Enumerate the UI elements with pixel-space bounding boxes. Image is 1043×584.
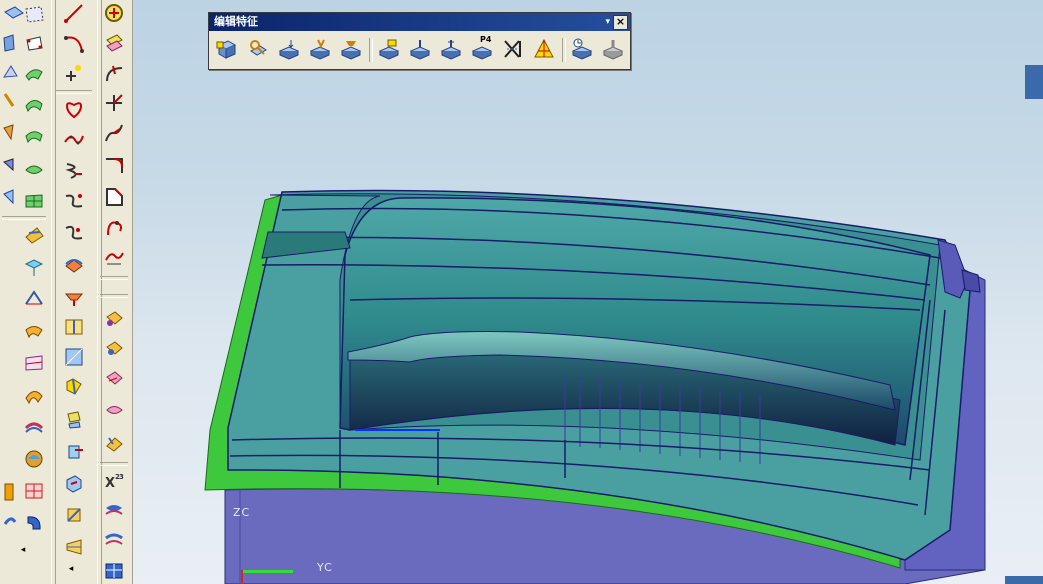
law-extension-icon[interactable] (20, 156, 48, 182)
resource-bar-tab[interactable] (1025, 65, 1043, 99)
bridge-surface-icon[interactable] (20, 92, 48, 118)
toolbar-buttons: P4 (213, 35, 626, 65)
section-curve-icon[interactable] (60, 344, 88, 370)
toolbar-titlebar[interactable]: 编辑特征 ▾ × (209, 13, 630, 31)
transition-icon[interactable] (20, 350, 48, 376)
toolbar-options-dropdown-icon[interactable]: ▾ (605, 13, 610, 31)
unsuppress-feature-icon[interactable] (406, 35, 434, 63)
offset-surface-icon[interactable] (20, 124, 48, 150)
close-button[interactable]: × (613, 15, 628, 30)
sew-icon[interactable] (20, 188, 48, 214)
reorder-feature-icon[interactable] (306, 35, 334, 63)
toolbar-separator (100, 294, 128, 298)
axis-label-zc: ZC (233, 506, 251, 519)
arc-length-icon[interactable] (100, 244, 128, 270)
arc-icon[interactable] (60, 30, 88, 56)
toolbar-separator (100, 462, 128, 466)
x-power-icon[interactable]: X23 (100, 468, 128, 494)
edit-curve-icon[interactable] (100, 214, 128, 240)
join-curve-icon[interactable] (60, 438, 88, 464)
styled-sweep-icon[interactable] (20, 382, 48, 408)
update-feature-icon[interactable] (599, 35, 627, 63)
svg-text:3: 3 (119, 473, 124, 481)
spline-icon[interactable] (60, 96, 88, 122)
curve-analysis-icon[interactable] (100, 398, 128, 424)
surface-toolbar: ◂ (0, 0, 51, 584)
helix-icon[interactable] (60, 158, 88, 184)
edit-curve-toolbar: X23 (96, 0, 133, 584)
extract-curve-icon[interactable] (60, 406, 88, 432)
through-curves-icon[interactable] (20, 30, 48, 56)
trim-corner-icon[interactable] (100, 60, 128, 86)
edit-solid-density-icon[interactable] (530, 35, 558, 63)
face-curvature-icon[interactable] (20, 446, 48, 472)
shape-icon[interactable] (100, 498, 128, 524)
swept-icon[interactable] (20, 60, 48, 86)
surface-analysis-icon[interactable] (100, 366, 128, 392)
suppress-feature-icon[interactable] (375, 35, 403, 63)
curve-toolbar: ◂ (50, 0, 97, 584)
law-curve-icon[interactable] (100, 336, 128, 362)
p4-icon[interactable]: P4 (468, 35, 496, 63)
fillet-curve-icon[interactable] (100, 152, 128, 178)
isoparametric-curve-icon[interactable] (60, 374, 88, 400)
toolbar-grip[interactable] (51, 0, 56, 584)
toolbar-grip[interactable] (97, 0, 102, 584)
wcs-x-axis (241, 570, 293, 573)
scroll-left-icon[interactable]: ◂ (16, 543, 30, 557)
toolbar-separator (369, 38, 373, 62)
x-form-icon[interactable] (20, 414, 48, 440)
point-set-icon[interactable] (100, 0, 128, 26)
line-icon[interactable] (60, 0, 88, 26)
wcs-z-axis (241, 570, 243, 584)
extract-geometry-icon[interactable] (100, 30, 128, 56)
toolbar-separator (2, 216, 46, 220)
resource-bar-tab-bottom[interactable] (1005, 576, 1043, 584)
suppress-by-expression-icon[interactable] (437, 35, 465, 63)
divide-curve-icon[interactable] (100, 90, 128, 116)
model-3d (204, 189, 986, 584)
offset-curve-icon[interactable] (60, 188, 88, 214)
graphics-viewport[interactable]: ZC YC (133, 0, 1043, 584)
playback-icon[interactable] (568, 35, 596, 63)
move-feature-icon[interactable] (275, 35, 303, 63)
trim-curve-icon[interactable] (60, 502, 88, 528)
face-icon[interactable] (20, 2, 48, 28)
p4-label: P4 (480, 35, 492, 44)
fillet-icon[interactable] (20, 286, 48, 312)
svg-text:X: X (105, 476, 115, 491)
deviation-icon[interactable] (100, 430, 128, 456)
combined-curve-icon[interactable] (60, 284, 88, 310)
chamfer-curve-icon[interactable] (100, 184, 128, 210)
edit-feature-parameters-icon[interactable] (213, 35, 241, 63)
toolbar-separator (100, 276, 128, 280)
reflection-icon[interactable] (0, 478, 28, 504)
edit-feature-toolbar[interactable]: 编辑特征 ▾ × P4 (208, 12, 631, 70)
section-analysis-icon[interactable] (0, 510, 28, 536)
face-curvature-icon[interactable] (100, 556, 128, 582)
axis-label-yc: YC (317, 561, 333, 574)
intersection-curve-icon[interactable] (60, 314, 88, 340)
wrap-curve-icon[interactable] (60, 470, 88, 496)
trim-corner-icon[interactable] (60, 534, 88, 560)
toolbar-title: 编辑特征 (214, 15, 258, 28)
smooth-spline-icon[interactable] (100, 306, 128, 332)
blend-icon[interactable] (20, 318, 48, 344)
curve-length-icon[interactable] (100, 120, 128, 146)
studio-spline-icon[interactable] (60, 126, 88, 152)
patch-icon[interactable] (20, 254, 48, 280)
thicken-icon[interactable] (20, 222, 48, 248)
point-icon[interactable] (60, 60, 88, 86)
bridge-curve-icon[interactable] (60, 220, 88, 246)
project-curve-icon[interactable] (60, 252, 88, 278)
replace-feature-icon[interactable] (337, 35, 365, 63)
toolbar-separator (562, 38, 566, 62)
remove-parameters-icon[interactable] (499, 35, 527, 63)
scroll-down-icon[interactable]: ◂ (64, 562, 78, 576)
edit-positioning-icon[interactable] (244, 35, 272, 63)
toolbar-separator (56, 90, 92, 94)
section-analysis-icon[interactable] (100, 528, 128, 554)
